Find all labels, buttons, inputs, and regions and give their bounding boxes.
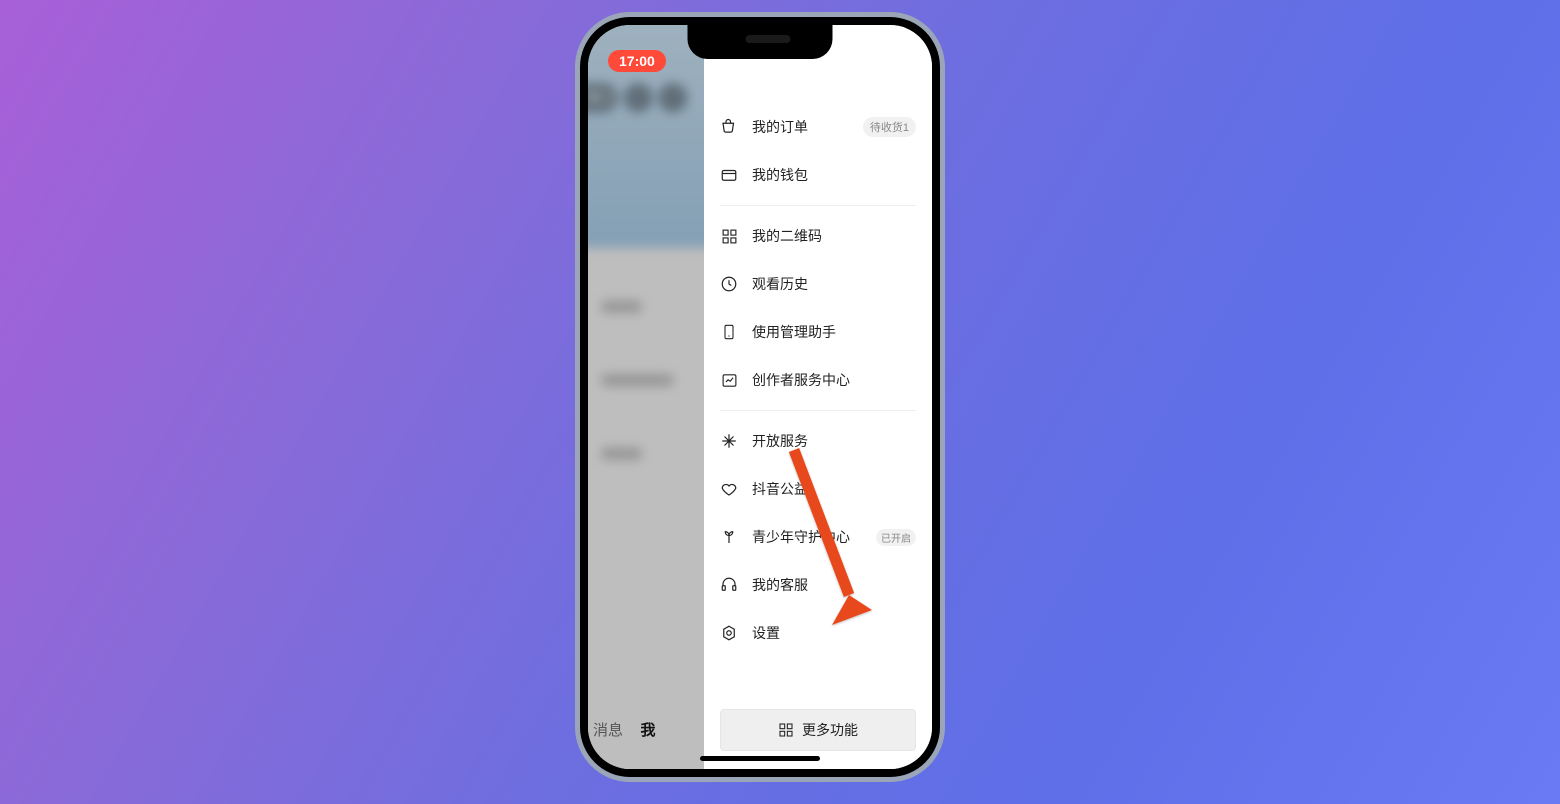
drawer-item-label: 我的客服 bbox=[752, 575, 808, 595]
drawer-item-label: 开放服务 bbox=[752, 431, 808, 451]
headset-icon bbox=[720, 576, 738, 594]
drawer-item-label: 观看历史 bbox=[752, 274, 808, 294]
tab-messages[interactable]: 消息 bbox=[588, 719, 628, 740]
home-indicator[interactable] bbox=[700, 756, 820, 761]
phone-screen: 17:00 客 2 消息 我 bbox=[588, 25, 932, 769]
separator bbox=[720, 410, 916, 411]
cart-icon bbox=[720, 118, 738, 136]
drawer-item-label: 我的钱包 bbox=[752, 165, 808, 185]
gear-icon bbox=[720, 624, 738, 642]
drawer-item-creator[interactable]: 创作者服务中心 bbox=[720, 356, 916, 404]
drawer-item-wallet[interactable]: 我的钱包 bbox=[720, 151, 916, 199]
phone-frame: 17:00 客 2 消息 我 bbox=[575, 12, 945, 782]
drawer-item-teen-protect[interactable]: 青少年守护中心 已开启 bbox=[720, 513, 916, 561]
phone-notch bbox=[688, 25, 833, 59]
sprout-icon bbox=[720, 528, 738, 546]
spark-icon bbox=[720, 432, 738, 450]
more-button-label: 更多功能 bbox=[802, 720, 858, 740]
drawer-item-qr[interactable]: 我的二维码 bbox=[720, 212, 916, 260]
separator bbox=[720, 205, 916, 206]
drawer-item-label: 我的订单 bbox=[752, 117, 808, 137]
bottom-tabs-behind: 消息 我 bbox=[588, 707, 668, 751]
tab-me[interactable]: 我 bbox=[628, 719, 668, 740]
phone-guard-icon bbox=[720, 323, 738, 341]
drawer-item-support[interactable]: 我的客服 bbox=[720, 561, 916, 609]
drawer-item-usage[interactable]: 使用管理助手 bbox=[720, 308, 916, 356]
drawer-item-open-services[interactable]: 开放服务 bbox=[720, 417, 916, 465]
orders-badge: 待收货1 bbox=[863, 117, 916, 137]
drawer-item-charity[interactable]: 抖音公益 bbox=[720, 465, 916, 513]
chart-icon bbox=[720, 371, 738, 389]
drawer-item-history[interactable]: 观看历史 bbox=[720, 260, 916, 308]
teen-badge: 已开启 bbox=[876, 529, 916, 546]
drawer-item-label: 抖音公益 bbox=[752, 479, 808, 499]
wallet-icon bbox=[720, 166, 738, 184]
heart-icon bbox=[720, 480, 738, 498]
status-time-pill: 17:00 bbox=[608, 50, 666, 72]
grid-icon bbox=[778, 722, 794, 738]
qr-icon bbox=[720, 227, 738, 245]
side-drawer: 我的订单 待收货1 我的钱包 我的二维码 bbox=[704, 25, 932, 769]
drawer-item-orders[interactable]: 我的订单 待收货1 bbox=[720, 103, 916, 151]
drawer-item-label: 使用管理助手 bbox=[752, 322, 836, 342]
drawer-item-label: 青少年守护中心 bbox=[752, 527, 850, 547]
drawer-item-settings[interactable]: 设置 bbox=[720, 609, 916, 657]
clock-icon bbox=[720, 275, 738, 293]
drawer-item-label: 我的二维码 bbox=[752, 226, 822, 246]
more-functions-button[interactable]: 更多功能 bbox=[720, 709, 916, 751]
drawer-item-label: 设置 bbox=[752, 623, 780, 643]
phone-bezel: 17:00 客 2 消息 我 bbox=[580, 17, 940, 777]
drawer-item-label: 创作者服务中心 bbox=[752, 370, 850, 390]
